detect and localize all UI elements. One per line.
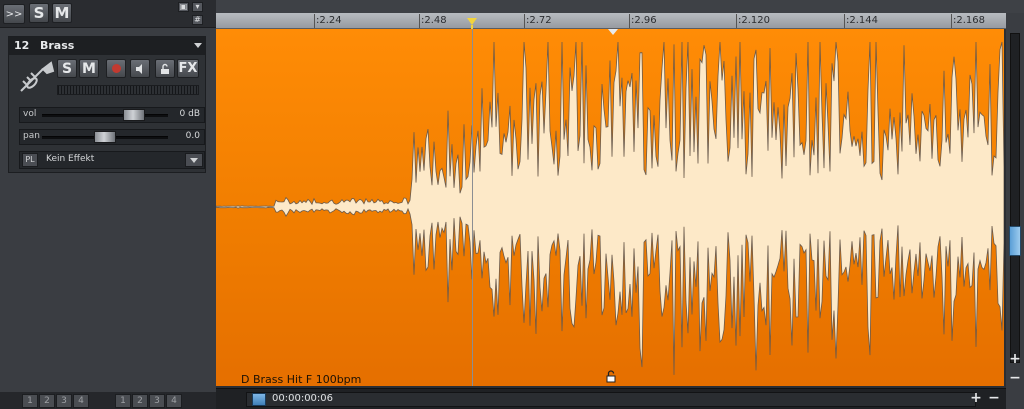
expand-button[interactable]: >> xyxy=(3,4,25,24)
grid-icon[interactable]: # xyxy=(192,15,203,25)
horizontal-scroll-handle[interactable] xyxy=(252,393,266,406)
marker-small-icon[interactable]: ▾ xyxy=(192,2,203,12)
speaker-icon xyxy=(136,63,142,74)
group-left-2[interactable]: 2 xyxy=(39,394,55,408)
track-solo-button[interactable]: S xyxy=(57,59,77,78)
group-right-3[interactable]: 3 xyxy=(149,394,165,408)
volume-label: vol xyxy=(23,109,37,119)
edit-cursor-line xyxy=(472,29,473,386)
timeline-bar: 00:00:00:06 + − xyxy=(216,388,1006,409)
vertical-zoom-bar: + − xyxy=(1006,13,1024,409)
zoom-out-vertical-button[interactable]: − xyxy=(1007,371,1023,386)
volume-slider[interactable] xyxy=(42,114,168,117)
effect-dropdown-button[interactable] xyxy=(185,153,203,167)
track-number: 12 xyxy=(14,39,30,52)
vertical-scroll-track[interactable] xyxy=(1010,33,1020,363)
solo-all-button[interactable]: S xyxy=(29,3,49,23)
group-left-1[interactable]: 1 xyxy=(22,394,38,408)
fx-button[interactable]: FX xyxy=(177,59,199,78)
group-left-4[interactable]: 4 xyxy=(73,394,89,408)
trumpet-icon xyxy=(20,61,55,92)
level-meter xyxy=(57,85,199,95)
ruler-header xyxy=(216,0,1024,13)
effect-name: Kein Effekt xyxy=(46,154,95,164)
track-menu-icon[interactable] xyxy=(194,43,202,48)
zoom-out-horizontal-button[interactable]: − xyxy=(986,391,1002,406)
timecode-display: 00:00:00:06 xyxy=(272,393,334,404)
pan-knob[interactable] xyxy=(94,131,116,143)
group-right-1[interactable]: 1 xyxy=(115,394,131,408)
clip-fade-marker[interactable] xyxy=(608,29,618,35)
zoom-in-vertical-button[interactable]: + xyxy=(1007,352,1023,367)
volume-value: 0 dB xyxy=(179,109,200,119)
track-name[interactable]: Brass xyxy=(40,39,74,52)
vertical-scroll-thumb[interactable] xyxy=(1009,226,1021,256)
group-buttons-bar: 1 2 3 4 1 2 3 4 xyxy=(0,392,216,409)
lock-small-icon[interactable]: ▣ xyxy=(178,2,189,12)
effect-selector[interactable]: PL Kein Effekt xyxy=(19,151,205,169)
track-toolbar: >> S M ▣ ▾ # xyxy=(0,0,216,28)
record-icon xyxy=(111,64,121,73)
clip-name: D Brass Hit F 100bpm xyxy=(241,373,362,386)
volume-slider-row: vol 0 dB xyxy=(19,107,205,123)
zoom-in-horizontal-button[interactable]: + xyxy=(968,391,984,406)
ruler-tick: :2.120 xyxy=(736,14,770,28)
record-button[interactable] xyxy=(106,59,126,78)
track-brass: 12 Brass S M FX vol 0 dB pan 0.0 PL Kein… xyxy=(8,36,206,173)
track-lock-button[interactable] xyxy=(155,59,175,78)
plugin-button[interactable]: PL xyxy=(22,153,38,167)
pan-slider-row: pan 0.0 xyxy=(19,129,205,145)
track-header-panel: >> S M ▣ ▾ # 12 Brass S M FX vol 0 dB pa… xyxy=(0,0,216,409)
group-right-4[interactable]: 4 xyxy=(166,394,182,408)
audio-clip[interactable]: D Brass Hit F 100bpm xyxy=(216,29,1004,386)
pan-label: pan xyxy=(23,131,40,141)
ruler-tick: :2.24 xyxy=(314,14,342,28)
ruler-tick: :2.48 xyxy=(419,14,447,28)
speaker-button[interactable] xyxy=(130,59,150,78)
ruler-tick: :2.96 xyxy=(629,14,657,28)
mute-all-button[interactable]: M xyxy=(52,3,72,23)
track-title-bar[interactable]: 12 Brass xyxy=(9,37,205,55)
time-ruler[interactable]: :2.24 :2.48 :2.72 :2.96 :2.120 :2.144 :2… xyxy=(216,13,1006,29)
ruler-tick: :2.168 xyxy=(951,14,985,28)
waveform xyxy=(216,41,1004,375)
playhead-marker[interactable] xyxy=(467,18,477,25)
horizontal-scroll-track[interactable] xyxy=(246,392,976,407)
lock-open-icon xyxy=(161,63,169,74)
pan-value: 0.0 xyxy=(185,131,200,141)
track-mute-button[interactable]: M xyxy=(79,59,99,78)
volume-knob[interactable] xyxy=(123,109,146,121)
clip-lock-icon[interactable] xyxy=(604,369,618,383)
ruler-tick: :2.72 xyxy=(524,14,552,28)
group-right-2[interactable]: 2 xyxy=(132,394,148,408)
ruler-tick: :2.144 xyxy=(844,14,878,28)
group-left-3[interactable]: 3 xyxy=(56,394,72,408)
